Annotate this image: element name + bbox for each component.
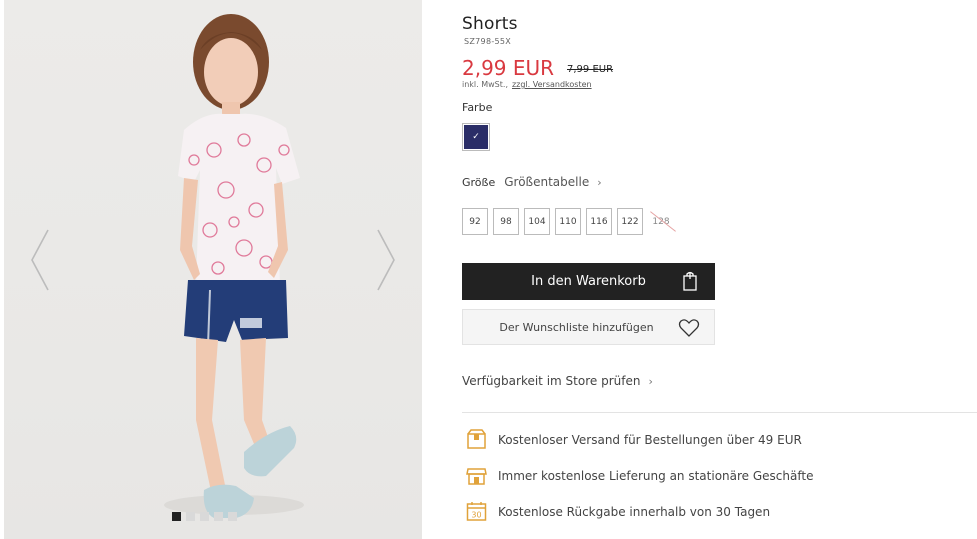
gallery-dot[interactable] (228, 512, 237, 521)
product-photo (164, 14, 304, 518)
vat-note: inkl. MwSt., zzgl. Versandkosten (462, 80, 592, 89)
shopping-bag-icon (683, 271, 697, 291)
product-page: Shorts SZ798-55X 2,99 EUR 7,99 EUR inkl.… (0, 0, 977, 539)
gallery-dot[interactable] (186, 512, 195, 521)
size-label: Größe (462, 175, 496, 189)
gallery-dot[interactable] (200, 512, 209, 521)
color-swatch[interactable]: ✓ (462, 123, 490, 151)
size-option[interactable]: 110 (555, 208, 581, 235)
calendar-30-icon: 30 (466, 502, 487, 521)
benefit-text: Immer kostenlose Lieferung an stationäre… (498, 468, 814, 483)
add-to-wishlist-button[interactable]: Der Wunschliste hinzufügen (462, 309, 715, 345)
benefit-text: Kostenloser Versand für Bestellungen übe… (498, 432, 802, 447)
wishlist-label: Der Wunschliste hinzufügen (499, 320, 654, 334)
store-icon (466, 468, 487, 485)
gallery-pagination (172, 512, 237, 521)
chevron-right-icon: › (648, 374, 653, 388)
size-guide-link[interactable]: Größentabelle (504, 175, 589, 189)
divider (462, 412, 977, 413)
checkmark-icon: ✓ (464, 125, 488, 149)
heart-icon (678, 319, 700, 337)
old-price: 7,99 EUR (567, 64, 614, 75)
store-availability-link[interactable]: Verfügbarkeit im Store prüfen › (462, 374, 653, 388)
size-options: 92 98 104 110 116 122 128 (462, 208, 674, 235)
shipping-costs-link[interactable]: zzgl. Versandkosten (512, 80, 592, 89)
color-label: Farbe (462, 101, 493, 114)
add-to-cart-label: In den Warenkorb (531, 274, 646, 289)
chevron-right-icon: › (597, 175, 602, 189)
calendar-number: 30 (471, 511, 481, 520)
benefit-text: Kostenlose Rückgabe innerhalb von 30 Tag… (498, 504, 771, 519)
vat-text: inkl. MwSt., (462, 80, 508, 89)
product-title: Shorts (462, 14, 518, 34)
add-to-cart-button[interactable]: In den Warenkorb (462, 263, 715, 300)
benefit-store-delivery: Immer kostenlose Lieferung an stationäre… (466, 465, 813, 486)
current-price: 2,99 EUR (462, 56, 555, 80)
size-option[interactable]: 98 (493, 208, 519, 235)
product-image-gallery[interactable] (4, 0, 422, 539)
size-header: Größe Größentabelle › (462, 175, 602, 189)
product-sku: SZ798-55X (464, 37, 512, 46)
size-option[interactable]: 92 (462, 208, 488, 235)
size-option[interactable]: 122 (617, 208, 643, 235)
size-option-unavailable[interactable]: 128 (648, 208, 674, 235)
previous-image-arrow-icon[interactable] (28, 228, 52, 292)
next-image-arrow-icon[interactable] (374, 228, 398, 292)
benefit-free-returns: 30 Kostenlose Rückgabe innerhalb von 30 … (466, 501, 770, 522)
benefit-free-shipping: Kostenloser Versand für Bestellungen übe… (466, 429, 802, 450)
gallery-dot[interactable] (214, 512, 223, 521)
store-availability-label: Verfügbarkeit im Store prüfen (462, 374, 641, 388)
size-option[interactable]: 116 (586, 208, 612, 235)
gallery-dot[interactable] (172, 512, 181, 521)
delivery-box-icon (467, 429, 486, 449)
size-option[interactable]: 104 (524, 208, 550, 235)
